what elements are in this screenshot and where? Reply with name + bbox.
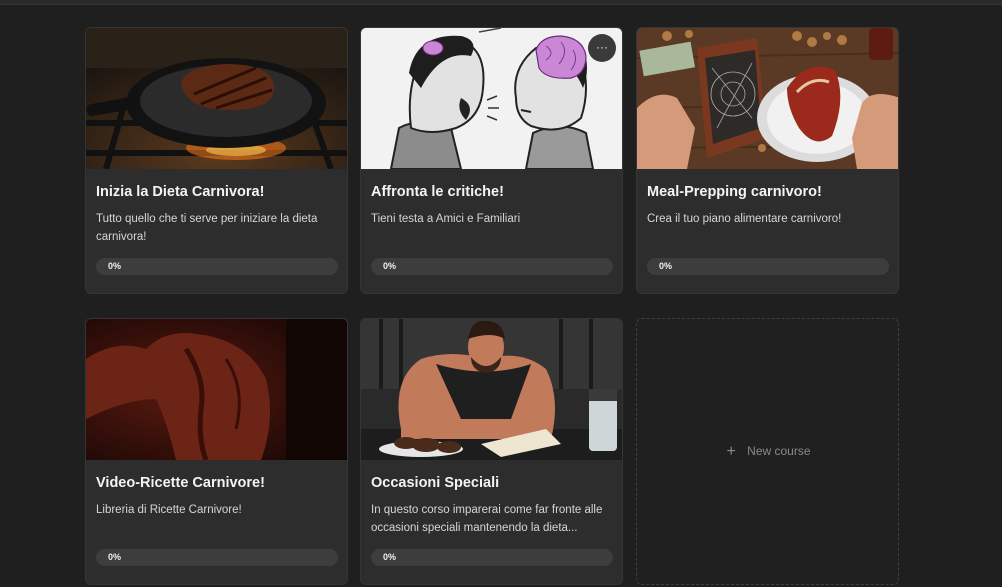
course-card[interactable]: Video-Ricette Carnivore! Libreria di Ric… xyxy=(85,318,348,585)
progress-label: 0% xyxy=(108,261,122,271)
course-thumbnail-wallet-steak xyxy=(637,28,898,169)
progress-label: 0% xyxy=(383,261,397,271)
new-course-button[interactable]: + New course xyxy=(636,318,899,585)
course-title: Affronta le critiche! xyxy=(371,184,504,200)
progress-bar: 0% xyxy=(371,549,613,566)
course-thumbnail-arguing-men xyxy=(361,28,622,169)
course-title: Inizia la Dieta Carnivora! xyxy=(96,184,265,200)
course-title: Occasioni Speciali xyxy=(371,475,500,491)
course-description: Tutto quello che ti serve per iniziare l… xyxy=(96,213,318,243)
course-card[interactable]: Meal-Prepping carnivoro! Crea il tuo pia… xyxy=(636,27,899,294)
progress-label: 0% xyxy=(383,552,397,562)
course-title: Video-Ricette Carnivore! xyxy=(96,475,265,491)
course-description: In questo corso imparerai come far front… xyxy=(371,504,603,534)
progress-bar: 0% xyxy=(647,258,889,275)
course-card[interactable]: ··· Affronta le critiche! Tieni testa a … xyxy=(360,27,623,294)
course-thumbnail-dark-back xyxy=(86,319,347,460)
course-thumbnail-steak-pan xyxy=(86,28,347,169)
progress-bar: 0% xyxy=(96,258,338,275)
top-bar xyxy=(0,0,1002,5)
more-options-button[interactable]: ··· xyxy=(588,34,616,62)
progress-label: 0% xyxy=(108,552,122,562)
progress-bar: 0% xyxy=(96,549,338,566)
more-icon: ··· xyxy=(596,40,608,54)
course-card[interactable]: Occasioni Speciali In questo corso impar… xyxy=(360,318,623,585)
progress-bar: 0% xyxy=(371,258,613,275)
progress-label: 0% xyxy=(659,261,673,271)
course-description: Libreria di Ricette Carnivore! xyxy=(96,504,242,516)
new-course-label: New course xyxy=(747,444,811,458)
course-title: Meal-Prepping carnivoro! xyxy=(647,184,822,200)
plus-icon: + xyxy=(726,443,736,460)
course-card[interactable]: Inizia la Dieta Carnivora! Tutto quello … xyxy=(85,27,348,294)
course-thumbnail-man-reading xyxy=(361,319,622,460)
course-description: Tieni testa a Amici e Familiari xyxy=(371,213,521,225)
course-description: Crea il tuo piano alimentare carnivoro! xyxy=(647,213,842,225)
